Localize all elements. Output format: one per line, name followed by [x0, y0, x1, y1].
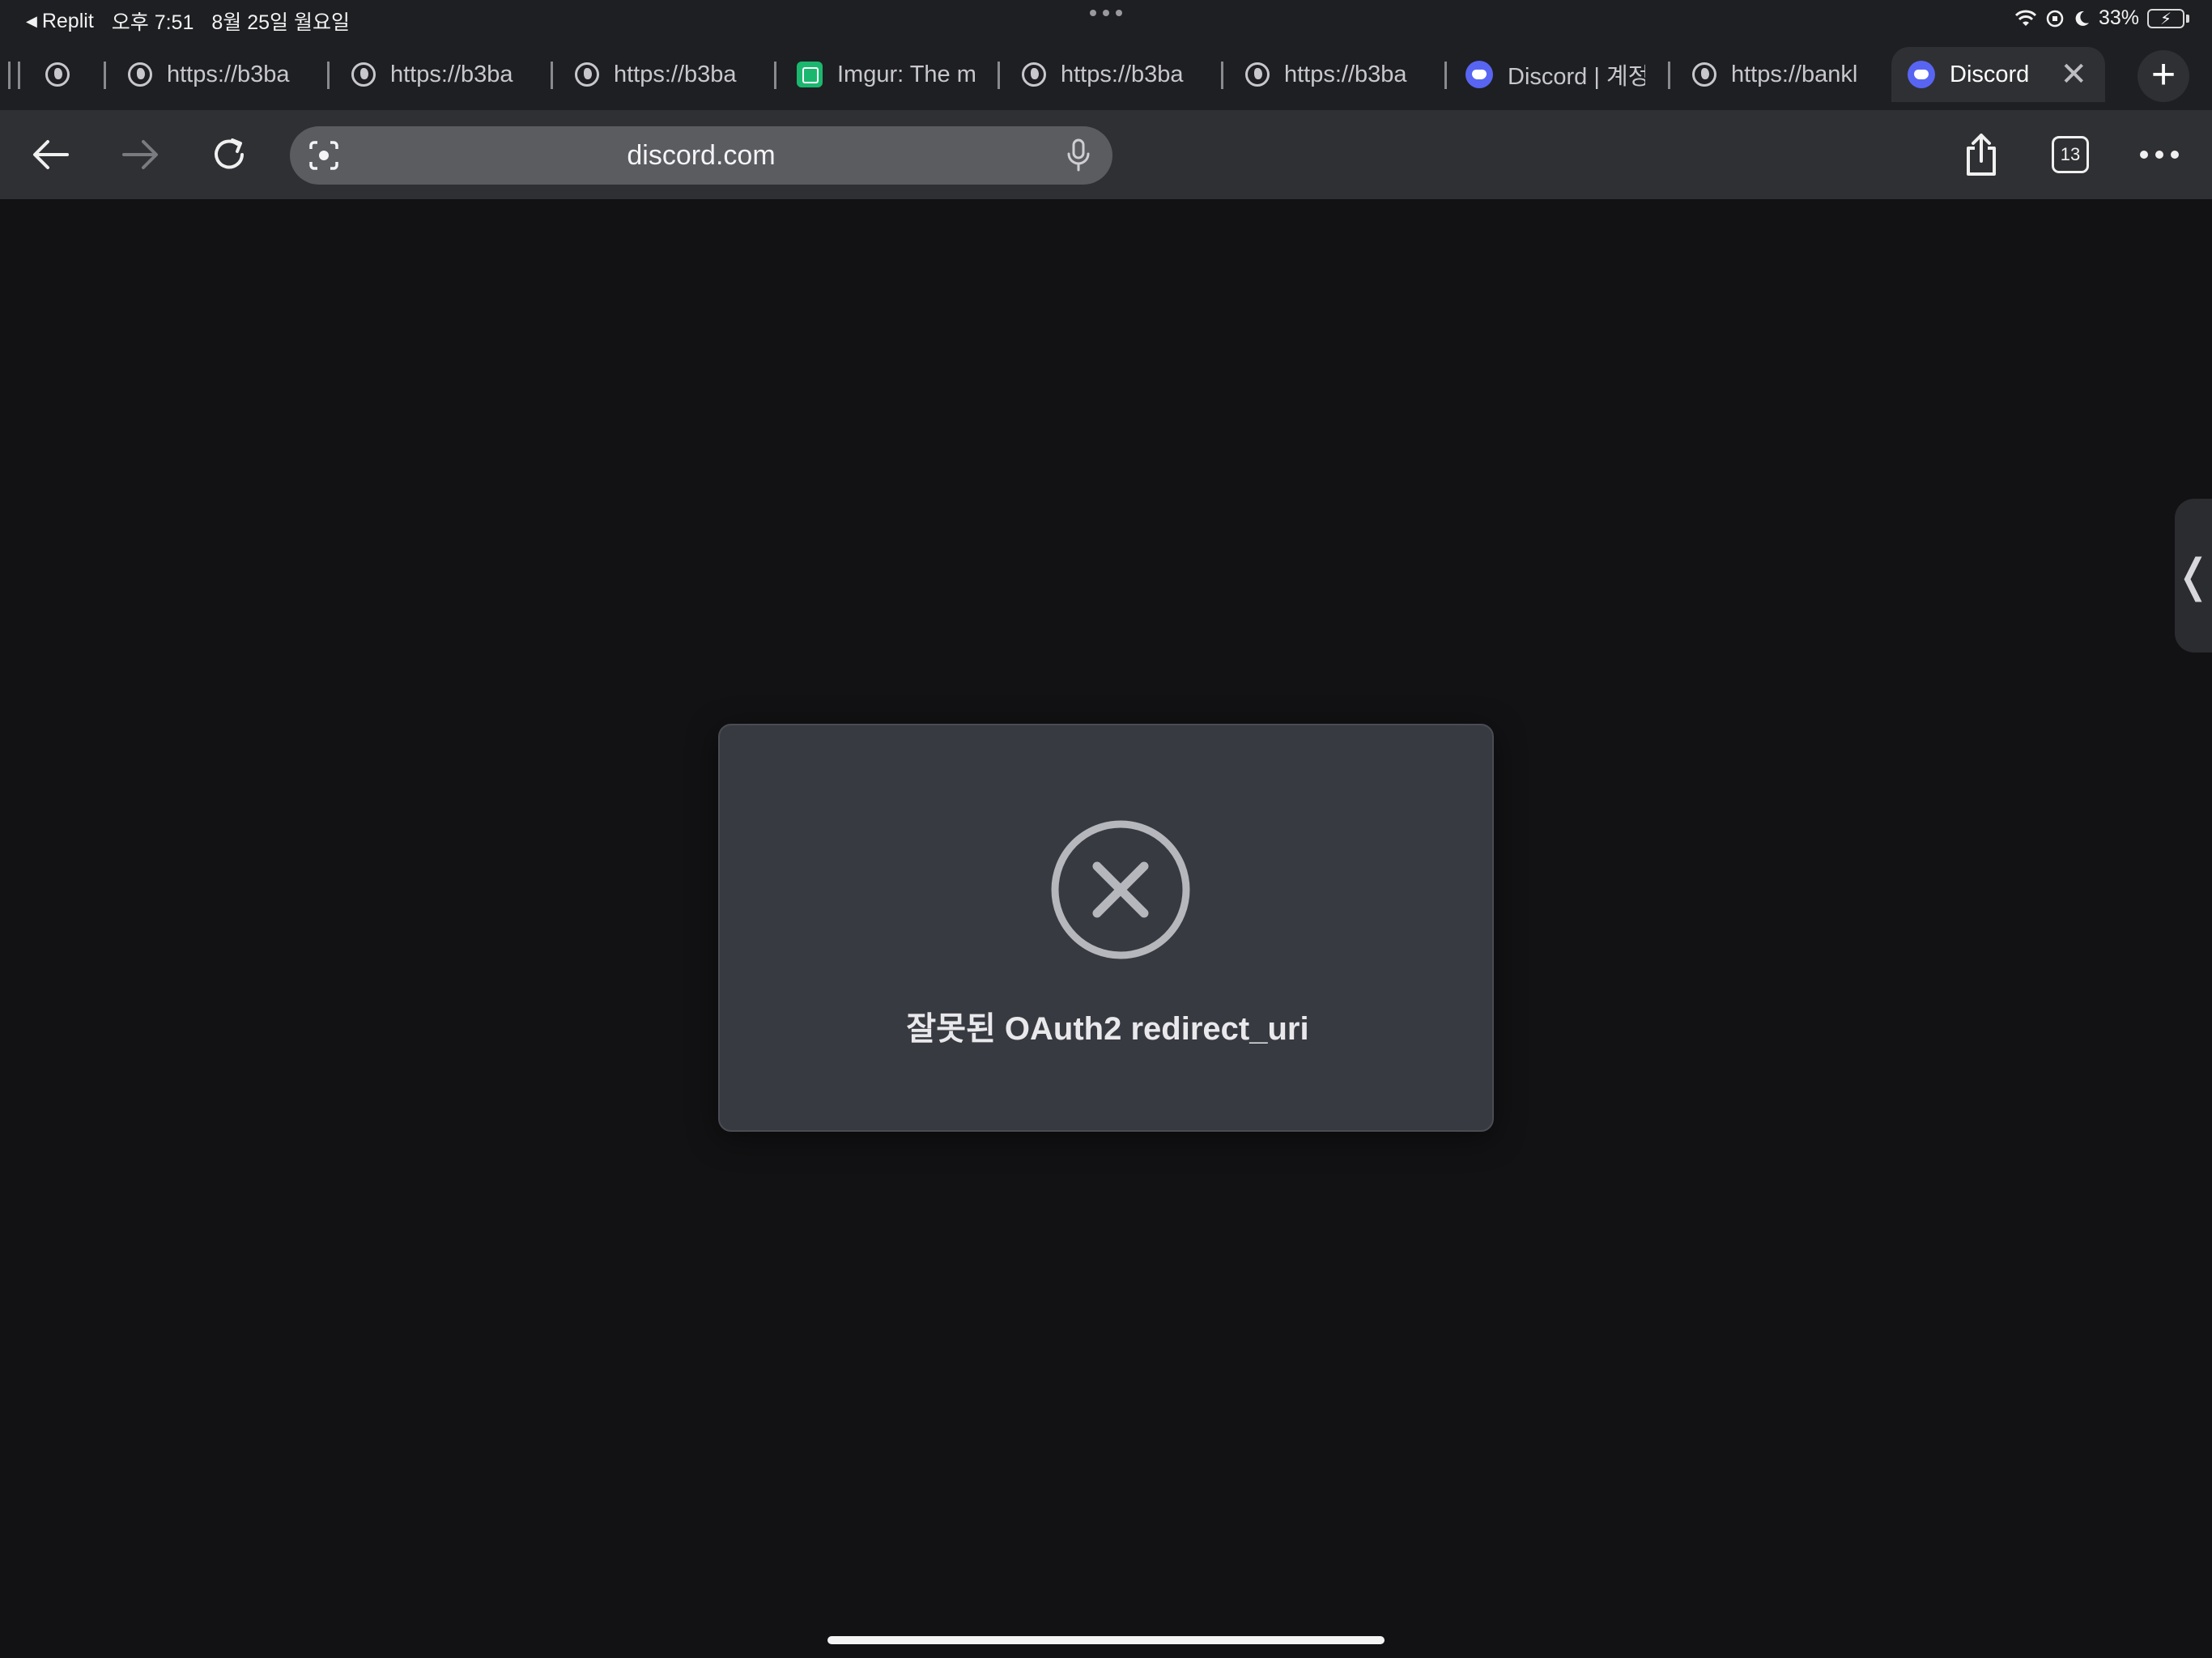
- imgur-icon: [797, 62, 823, 87]
- error-message: 잘못된 OAuth2 redirect_uri: [906, 1011, 1309, 1047]
- tab-separator: [104, 62, 106, 89]
- tab-separator: [1221, 62, 1223, 89]
- status-time: 오후 7:51: [111, 11, 194, 34]
- wifi-icon: [2014, 10, 2037, 26]
- globe-icon: [575, 62, 599, 87]
- tab-separator: [998, 62, 1000, 89]
- tab-item[interactable]: [0, 47, 97, 102]
- error-x-circle-icon: [1051, 820, 1190, 959]
- share-button[interactable]: [1955, 128, 2008, 181]
- forward-button[interactable]: [113, 128, 167, 181]
- globe-icon: [1245, 62, 1270, 87]
- tab-switcher-button[interactable]: 13: [2044, 128, 2097, 181]
- globe-icon: [351, 62, 376, 87]
- microphone-icon[interactable]: [1062, 138, 1095, 173]
- globe-icon: [1022, 62, 1046, 87]
- back-triangle-icon: ◀: [26, 12, 37, 29]
- home-indicator[interactable]: [827, 1636, 1385, 1644]
- moon-icon: [2075, 11, 2089, 26]
- tab-count: 13: [2052, 136, 2089, 173]
- reload-button[interactable]: [202, 128, 256, 181]
- tab-separator: [1668, 62, 1670, 89]
- globe-icon: [128, 62, 152, 87]
- status-date: 8월 25일 월요일: [211, 11, 350, 34]
- close-tab-icon[interactable]: ✕: [2060, 58, 2087, 91]
- back-app-label: Replit: [41, 9, 94, 32]
- arrow-right-icon: [122, 140, 158, 169]
- url-text: discord.com: [627, 139, 776, 171]
- globe-icon: [1692, 62, 1716, 87]
- tab-item[interactable]: Imgur: The m: [774, 47, 993, 102]
- discord-icon: [1465, 61, 1493, 88]
- tab-strip: https://b3ba https://b3ba https://b3ba I…: [0, 39, 2212, 110]
- status-bar: ◀ Replit 오후 7:51 8월 25일 월요일 33% ⚡: [0, 0, 2212, 39]
- side-panel-handle[interactable]: ❬: [2175, 499, 2212, 653]
- chevron-left-icon: ❬: [2174, 550, 2212, 601]
- tab-separator: [327, 62, 330, 89]
- lens-icon[interactable]: [308, 139, 340, 172]
- error-card: 잘못된 OAuth2 redirect_uri: [718, 724, 1494, 1132]
- tab-separator: [1444, 62, 1447, 89]
- more-dots-icon: [2140, 151, 2179, 159]
- globe-icon: [45, 62, 70, 87]
- multitasking-dots-icon[interactable]: [1090, 10, 1122, 16]
- tab-item-active[interactable]: Discord | ✕: [1891, 47, 2105, 102]
- more-menu-button[interactable]: [2133, 128, 2186, 181]
- tab-item[interactable]: https://bankl: [1668, 47, 1887, 102]
- new-tab-button[interactable]: +: [2138, 50, 2189, 102]
- tab-item[interactable]: https://b3ba: [998, 47, 1216, 102]
- reload-icon: [215, 138, 244, 169]
- address-bar[interactable]: discord.com: [290, 126, 1112, 185]
- back-to-app-button[interactable]: ◀ Replit: [26, 10, 94, 33]
- orientation-lock-icon: [2046, 10, 2064, 27]
- tab-item[interactable]: https://b3ba: [327, 47, 546, 102]
- back-button[interactable]: [24, 128, 78, 181]
- web-page: ❬ 잘못된 OAuth2 redirect_uri: [0, 199, 2212, 1658]
- tab-separator: [774, 62, 776, 89]
- battery-percent: 33%: [2098, 6, 2139, 29]
- arrow-left-icon: [33, 140, 69, 169]
- tab-item[interactable]: Discord | 계정: [1444, 47, 1663, 102]
- tab-item[interactable]: https://b3ba: [1221, 47, 1440, 102]
- discord-icon: [1908, 61, 1935, 88]
- browser-toolbar: discord.com 13: [0, 110, 2212, 199]
- share-icon: [1967, 134, 1996, 176]
- tab-separator: [551, 62, 553, 89]
- tab-item[interactable]: https://b3ba: [104, 47, 322, 102]
- battery-icon: ⚡: [2147, 8, 2189, 28]
- tab-item[interactable]: https://b3ba: [551, 47, 769, 102]
